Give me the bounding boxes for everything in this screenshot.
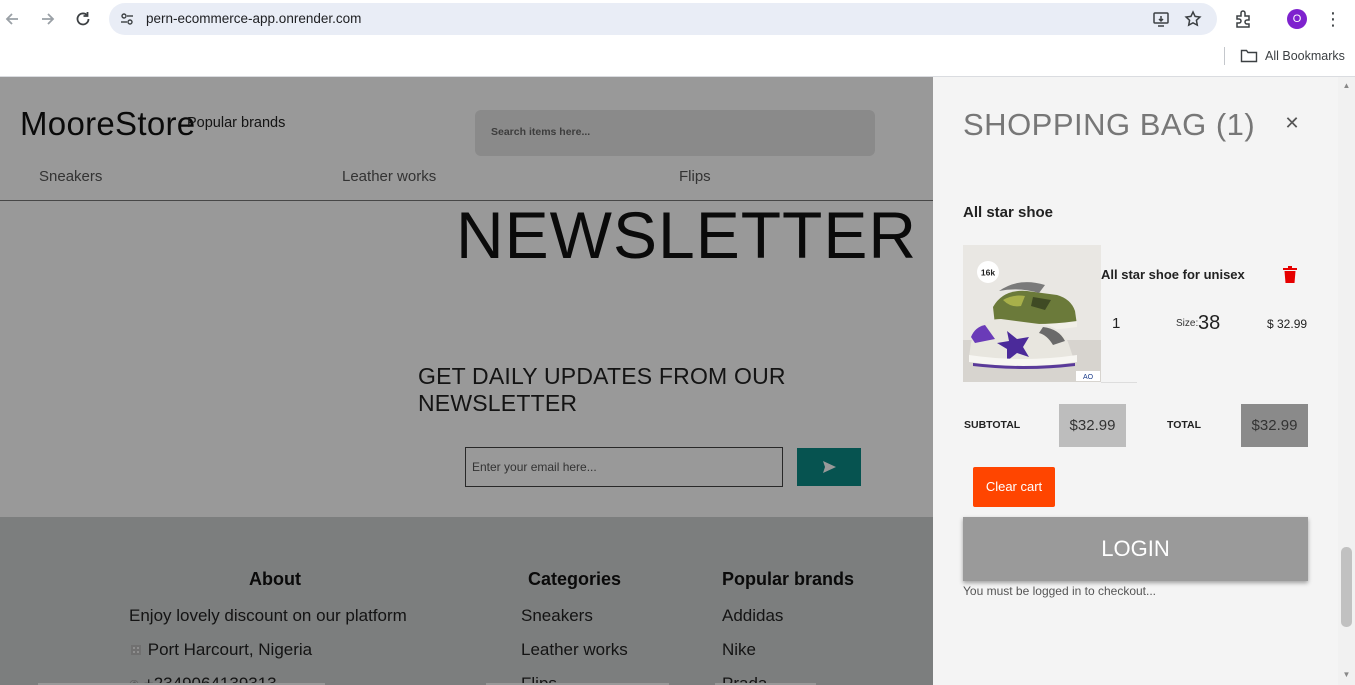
- bag-title: SHOPPING BAG (1): [963, 107, 1256, 142]
- site-settings-icon[interactable]: [119, 11, 135, 27]
- image-watermark: AO: [1083, 374, 1094, 381]
- scroll-up-icon[interactable]: ▲: [1338, 79, 1355, 93]
- page-content: MooreStore Popular brands Search items h…: [0, 77, 933, 685]
- trash-icon[interactable]: [1283, 266, 1297, 283]
- cart-item-description: All star shoe for unisex: [1101, 267, 1245, 282]
- install-app-icon[interactable]: [1151, 9, 1171, 29]
- profile-avatar[interactable]: O: [1287, 9, 1307, 29]
- item-divider: [1101, 382, 1137, 383]
- modal-backdrop[interactable]: [0, 77, 933, 685]
- cart-item-name: All star shoe: [963, 204, 1054, 221]
- reload-icon[interactable]: [72, 8, 94, 30]
- cart-item-price: $ 32.99: [1267, 317, 1308, 331]
- kebab-menu-icon[interactable]: ⋮: [1324, 8, 1342, 30]
- subtotal-label: SUBTOTAL: [964, 419, 1021, 431]
- folder-icon: [1240, 48, 1258, 63]
- image-badge: 16k: [981, 268, 995, 278]
- clear-cart-button[interactable]: Clear cart: [973, 467, 1055, 507]
- extensions-puzzle-icon[interactable]: [1233, 8, 1255, 30]
- all-bookmarks-link[interactable]: All Bookmarks: [1265, 49, 1345, 63]
- browser-chrome: pern-ecommerce-app.onrender.com O ⋮ All …: [0, 0, 1355, 77]
- url-text[interactable]: pern-ecommerce-app.onrender.com: [146, 11, 361, 26]
- cart-item-size-label: Size:: [1176, 318, 1199, 329]
- back-arrow-icon[interactable]: [2, 8, 24, 30]
- cart-item-image[interactable]: 16k AO: [963, 245, 1101, 382]
- cart-item-size: 38: [1198, 312, 1221, 334]
- scroll-down-icon[interactable]: ▼: [1338, 668, 1355, 682]
- bookmarks-separator: [1224, 47, 1225, 65]
- address-bar[interactable]: pern-ecommerce-app.onrender.com: [109, 3, 1217, 35]
- forward-arrow-icon[interactable]: [36, 8, 58, 30]
- subtotal-value: $32.99: [1059, 404, 1126, 447]
- bookmark-star-icon[interactable]: [1183, 9, 1203, 29]
- scrollbar-thumb[interactable]: [1341, 547, 1352, 627]
- shopping-bag-drawer: SHOPPING BAG (1) ✕ All star shoe 16k AO: [933, 77, 1355, 685]
- total-label: TOTAL: [1167, 419, 1202, 431]
- close-icon[interactable]: ✕: [1283, 114, 1301, 132]
- login-button[interactable]: LOGIN: [963, 517, 1308, 581]
- login-note: You must be logged in to checkout...: [963, 584, 1157, 598]
- total-value: $32.99: [1241, 404, 1308, 447]
- cart-item-quantity: 1: [1112, 315, 1121, 332]
- sneaker-image: 16k AO: [963, 245, 1101, 382]
